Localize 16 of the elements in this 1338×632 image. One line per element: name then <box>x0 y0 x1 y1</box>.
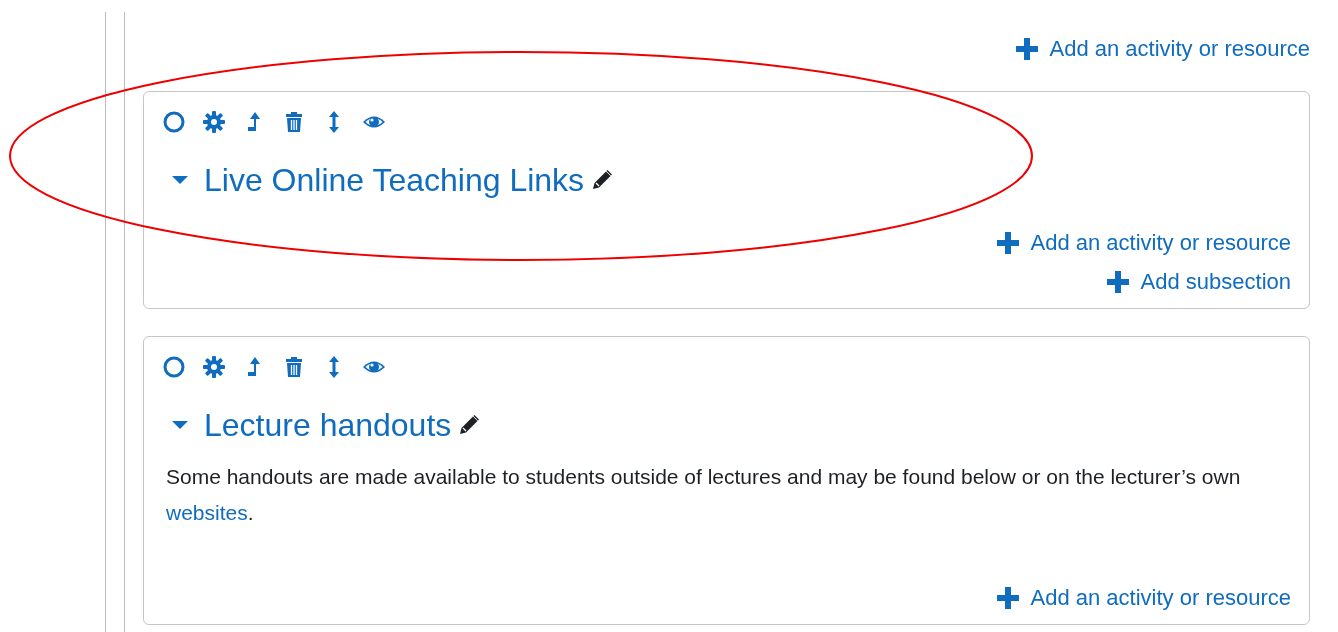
add-link[interactable]: Add an activity or resource <box>996 226 1291 259</box>
plus-icon <box>1106 270 1129 293</box>
pencil-icon[interactable] <box>590 168 615 192</box>
section-title[interactable]: Live Online Teaching Links <box>204 160 585 200</box>
section-title[interactable]: Lecture handouts <box>204 405 452 445</box>
circle-icon[interactable] <box>162 110 186 134</box>
add-link[interactable]: Add subsection <box>1106 265 1291 298</box>
plus-icon <box>1015 37 1038 60</box>
section-description: Some handouts are made available to students outside of lectures and may be found below or on the lecturer’s own websites. <box>166 464 1242 526</box>
add-link[interactable]: Add an activity or resource <box>1015 32 1310 65</box>
websites-link[interactable]: websites <box>166 501 248 524</box>
add-link[interactable]: Add an activity or resource <box>996 581 1291 614</box>
plus-icon <box>996 586 1019 609</box>
pencil-icon[interactable] <box>457 413 482 437</box>
plus-icon <box>996 231 1019 254</box>
circle-icon[interactable] <box>162 355 186 379</box>
